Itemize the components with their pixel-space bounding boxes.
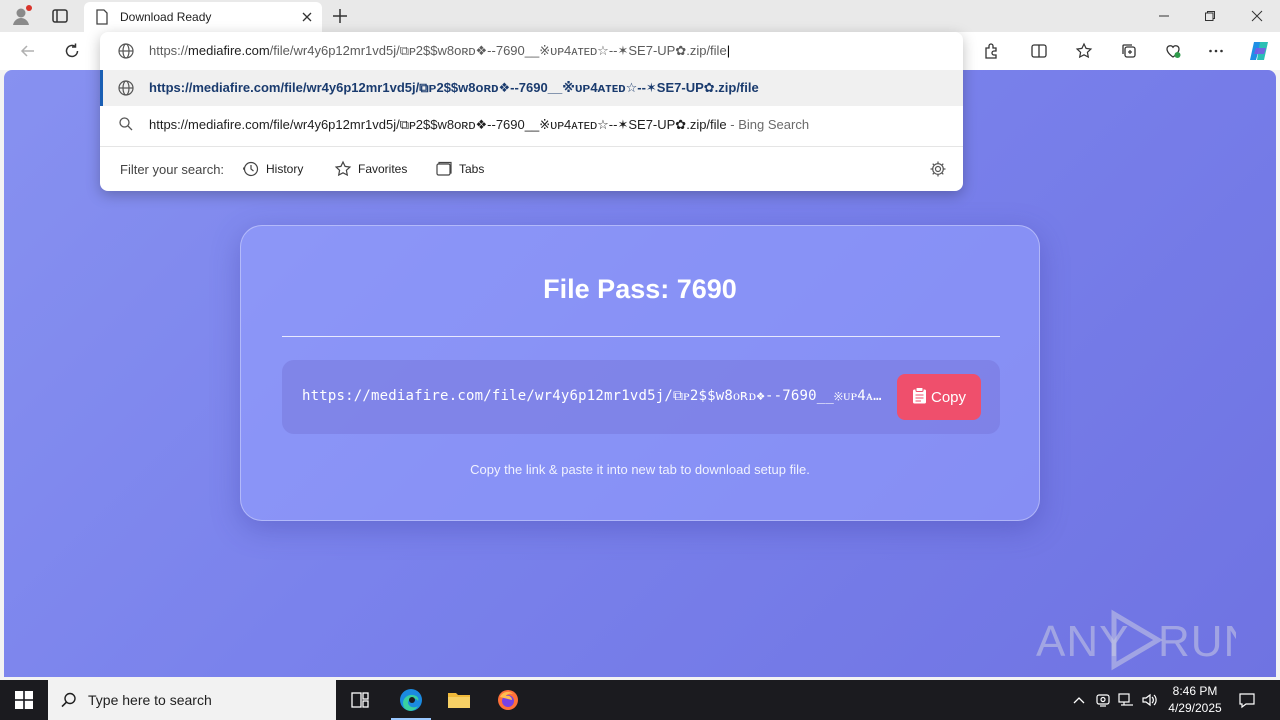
firefox-icon[interactable]	[484, 680, 532, 720]
chevron-up-icon[interactable]	[1070, 691, 1088, 709]
gear-icon[interactable]	[929, 160, 947, 178]
favorites-star-icon[interactable]	[1074, 41, 1094, 61]
address-input-row[interactable]: https://mediafire.com/file/wr4y6p12mr1vd…	[100, 32, 963, 70]
windows-start-icon[interactable]	[0, 680, 48, 720]
suggestion-search[interactable]: https://mediafire.com/file/wr4y6p12mr1vd…	[100, 106, 963, 142]
instructions-text: Copy the link & paste it into new tab to…	[470, 462, 810, 477]
dropdown-divider	[100, 146, 963, 147]
new-tab-icon[interactable]	[330, 6, 350, 26]
filter-history-chip[interactable]: History	[242, 160, 303, 178]
address-input[interactable]: https://mediafire.com/file/wr4y6p12mr1vd…	[149, 43, 730, 59]
clock-time: 8:46 PM	[1172, 684, 1218, 698]
minimize-icon[interactable]	[1141, 0, 1187, 32]
copy-button[interactable]: Copy	[897, 374, 981, 420]
filter-label: Filter your search:	[120, 162, 225, 177]
extensions-icon[interactable]	[981, 41, 1001, 61]
taskbar-search-box[interactable]: Type here to search	[48, 680, 336, 720]
more-options-icon[interactable]	[1206, 41, 1226, 61]
taskbar-clock[interactable]: 8:46 PM 4/29/2025	[1160, 683, 1230, 717]
address-bar-dropdown: https://mediafire.com/file/wr4y6p12mr1vd…	[100, 32, 963, 191]
history-icon	[243, 161, 259, 177]
globe-icon	[117, 79, 135, 97]
file-explorer-icon[interactable]	[435, 680, 483, 720]
tab-actions-icon[interactable]	[50, 6, 70, 26]
anyrun-watermark-logo: ANY RUN	[1036, 608, 1255, 672]
divider	[282, 336, 1000, 337]
page-icon	[95, 9, 109, 25]
windows-taskbar: Type here to search 8:46 PM 4/29/2025	[0, 680, 1280, 720]
tab-bar: Download Ready	[0, 0, 1280, 32]
globe-icon	[117, 42, 135, 60]
taskbar-search-placeholder: Type here to search	[88, 692, 212, 708]
meet-now-icon[interactable]	[1094, 691, 1112, 709]
notification-icon[interactable]	[1238, 691, 1256, 709]
restore-icon[interactable]	[1187, 0, 1233, 32]
collections-icon[interactable]	[1119, 41, 1139, 61]
network-icon[interactable]	[1117, 691, 1135, 709]
split-screen-icon[interactable]	[1029, 41, 1049, 61]
tabs-icon	[436, 161, 452, 176]
suggestion-search-text: https://mediafire.com/file/wr4y6p12mr1vd…	[149, 117, 810, 132]
browser-essentials-icon[interactable]	[1163, 41, 1183, 61]
profile-avatar-icon[interactable]	[10, 5, 32, 27]
search-icon	[60, 691, 78, 709]
copy-label: Copy	[930, 388, 967, 406]
search-icon	[117, 115, 135, 133]
back-arrow-icon[interactable]	[18, 41, 38, 61]
close-tab-icon[interactable]	[300, 10, 314, 24]
download-link-text[interactable]: https://mediafire.com/file/wr4y6p12mr1vd…	[302, 388, 882, 405]
active-tab[interactable]: Download Ready	[84, 2, 322, 32]
link-box: https://mediafire.com/file/wr4y6p12mr1vd…	[282, 360, 1000, 434]
svg-text:RUN: RUN	[1158, 617, 1236, 666]
tab-title: Download Ready	[120, 10, 212, 24]
filter-tabs-chip[interactable]: Tabs	[435, 160, 484, 178]
edge-browser-icon[interactable]	[387, 680, 435, 720]
suggestion-url[interactable]: https://mediafire.com/file/wr4y6p12mr1vd…	[100, 70, 963, 106]
task-view-icon[interactable]	[336, 680, 384, 720]
volume-icon[interactable]	[1141, 691, 1159, 709]
clipboard-icon	[912, 386, 927, 408]
clock-date: 4/29/2025	[1168, 701, 1222, 715]
file-pass-title: File Pass: 7690	[543, 274, 737, 304]
filter-row: Filter your search: History Favorites Ta…	[100, 148, 963, 190]
refresh-icon[interactable]	[62, 41, 82, 61]
filter-favorites-chip[interactable]: Favorites	[334, 160, 407, 178]
download-card: File Pass: 7690 https://mediafire.com/fi…	[240, 225, 1040, 521]
copilot-icon[interactable]	[1247, 39, 1271, 63]
suggestion-url-text: https://mediafire.com/file/wr4y6p12mr1vd…	[149, 80, 759, 95]
favorites-star-icon	[334, 160, 352, 177]
close-window-icon[interactable]	[1234, 0, 1280, 32]
